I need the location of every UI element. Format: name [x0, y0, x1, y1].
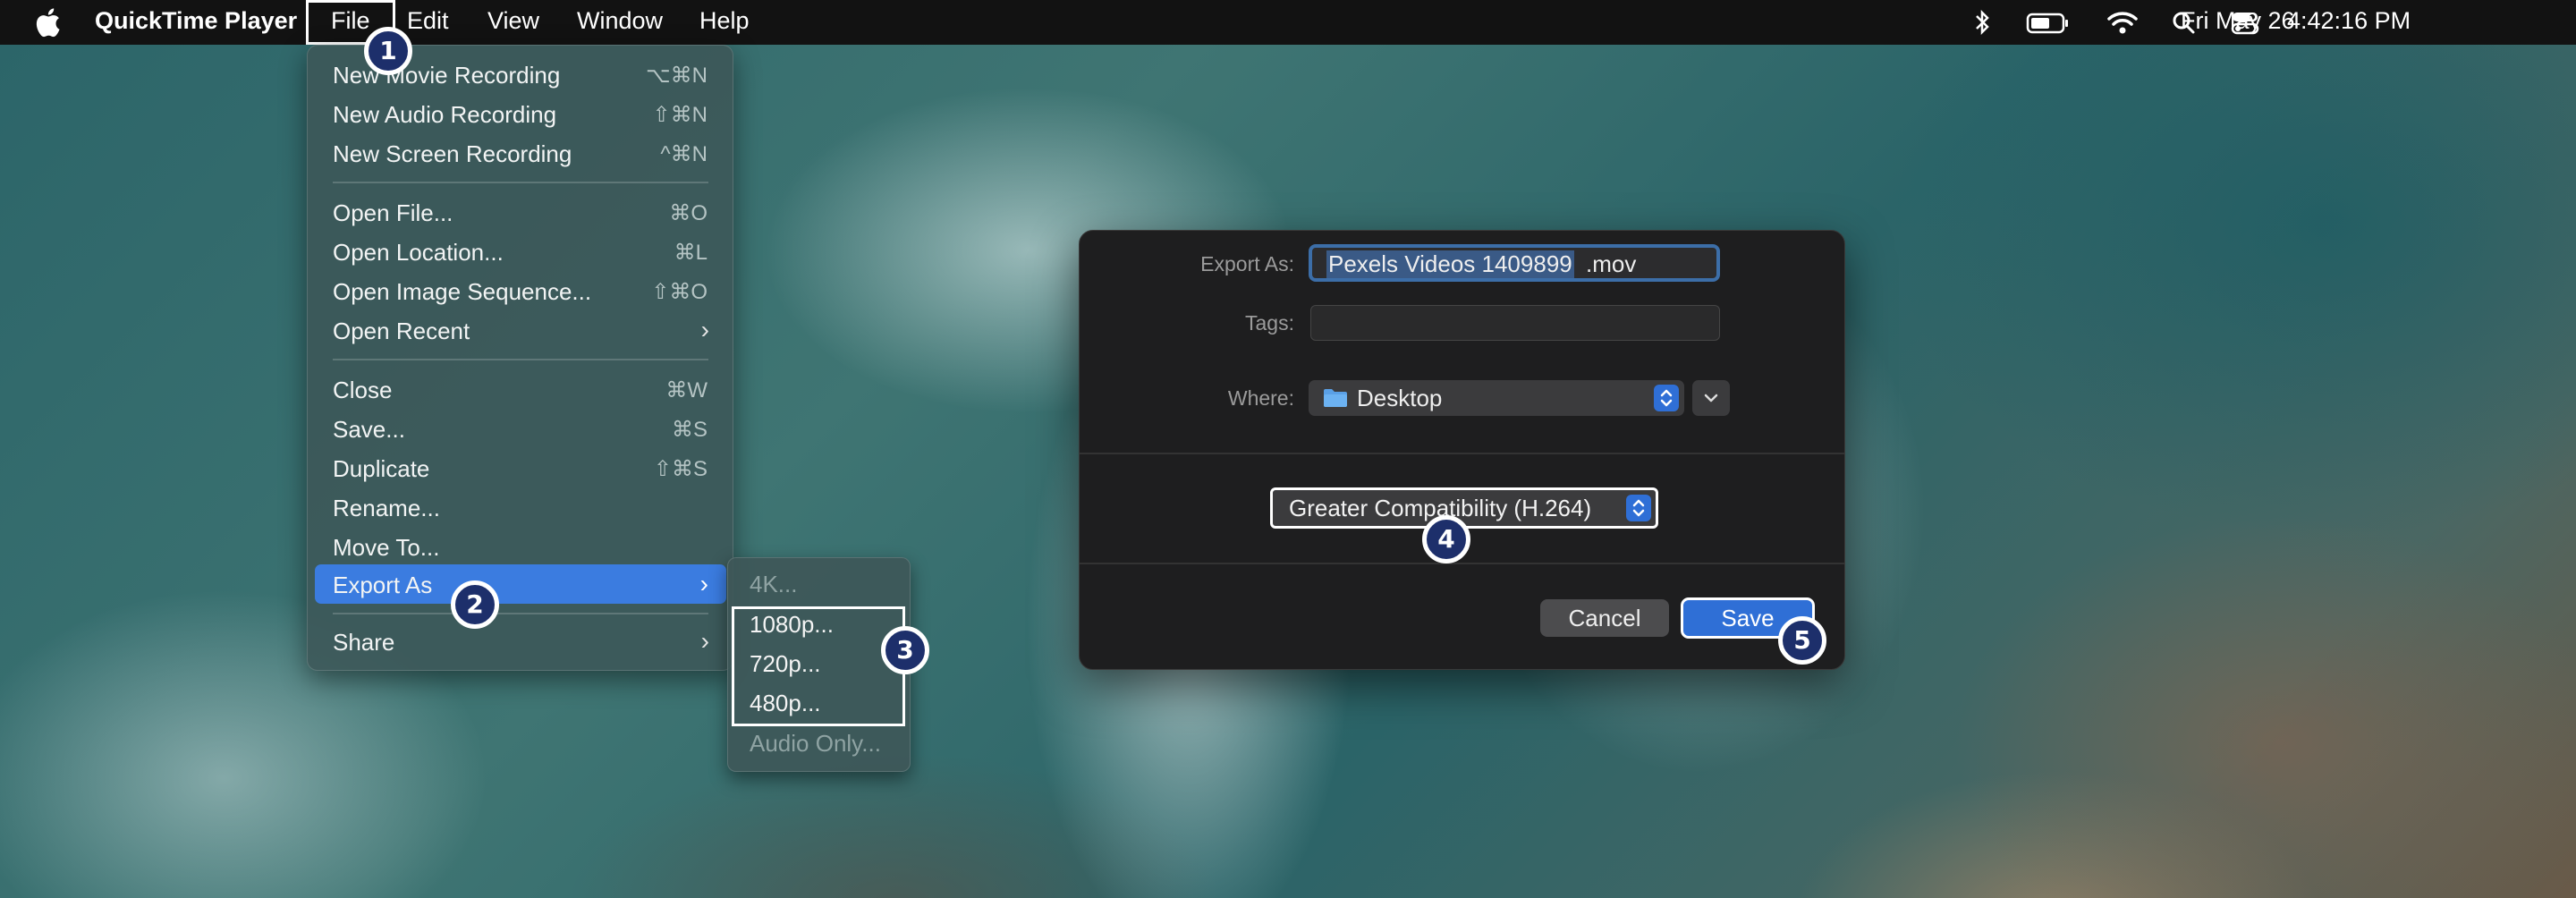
menu-item-new-audio-recording[interactable]: New Audio Recording ⇧⌘N [308, 96, 734, 131]
filename-extension: .mov [1586, 250, 1637, 277]
menu-item-shortcut: ⌘O [669, 201, 708, 225]
menu-item-shortcut: ⇧⌘S [653, 457, 708, 481]
step-badge-2: 2 [451, 580, 499, 629]
up-down-chevron-icon [1654, 385, 1679, 411]
menu-item-label: Share [333, 629, 395, 656]
submenu-item-4k[interactable]: 4K... [750, 571, 797, 598]
menu-item-shortcut: ⌘W [665, 378, 708, 402]
export-as-label: Export As: [1200, 252, 1294, 275]
export-dialog: Export As: Pexels Videos 1409899 .mov Ta… [1079, 230, 1845, 670]
step-badge-4: 4 [1422, 515, 1470, 563]
apple-icon[interactable] [34, 6, 61, 38]
menu-item-label: Duplicate [333, 455, 430, 482]
where-label: Where: [1227, 386, 1294, 410]
menu-item-shortcut: ^⌘N [660, 142, 708, 166]
menu-item-shortcut: ⇧⌘N [652, 103, 708, 127]
wifi-icon[interactable] [2106, 8, 2139, 37]
menu-item-new-screen-recording[interactable]: New Screen Recording ^⌘N [308, 135, 734, 171]
menu-item-label: New Movie Recording [333, 62, 561, 89]
menu-item-label: Open Location... [333, 239, 504, 266]
tags-label: Tags: [1245, 311, 1294, 335]
menu-item-close[interactable]: Close ⌘W [308, 371, 734, 407]
menu-window[interactable]: Window [577, 7, 663, 35]
menubar-clock[interactable]: 4:42:16 PM [2287, 7, 2411, 35]
menu-edit[interactable]: Edit [407, 7, 449, 35]
folder-icon [1324, 389, 1347, 407]
menu-item-label: Open File... [333, 199, 453, 226]
menu-item-shortcut: ⇧⌘O [651, 280, 708, 304]
step-badge-1: 1 [364, 27, 412, 75]
chevron-down-icon [1704, 394, 1718, 402]
menu-item-open-location[interactable]: Open Location... ⌘L [308, 233, 734, 269]
menu-help[interactable]: Help [699, 7, 750, 35]
menu-item-share[interactable]: Share › [308, 623, 734, 659]
up-down-chevron-icon [1626, 495, 1651, 521]
menu-item-shortcut: ⌘L [674, 241, 708, 265]
chevron-right-icon: › [700, 316, 709, 343]
file-menu: New Movie Recording ⌥⌘N New Audio Record… [307, 45, 733, 671]
export-filename-input[interactable]: Pexels Videos 1409899 .mov [1309, 244, 1720, 282]
cancel-button[interactable]: Cancel [1540, 599, 1669, 637]
menu-item-move-to[interactable]: Move To... [308, 529, 734, 564]
menu-separator [333, 613, 708, 614]
menu-view[interactable]: View [487, 7, 539, 35]
menu-item-label: Export As [333, 572, 433, 598]
where-select[interactable]: Desktop [1309, 380, 1684, 416]
menu-item-label: New Screen Recording [333, 140, 572, 167]
filename-selected-text: Pexels Videos 1409899 [1326, 250, 1574, 278]
bluetooth-icon[interactable] [1972, 8, 1992, 37]
dialog-divider [1080, 453, 1844, 454]
step-badge-5: 5 [1778, 616, 1826, 665]
menu-item-shortcut: ⌘S [671, 418, 708, 442]
app-name-menu[interactable]: QuickTime Player [95, 7, 297, 35]
menu-item-label: New Audio Recording [333, 101, 557, 128]
submenu-item-audio-only[interactable]: Audio Only... [750, 730, 881, 758]
where-value: Desktop [1357, 385, 1443, 411]
menu-item-label: Open Image Sequence... [333, 278, 592, 305]
menu-item-label: Close [333, 377, 393, 403]
menu-item-duplicate[interactable]: Duplicate ⇧⌘S [308, 450, 734, 486]
menu-item-open-file[interactable]: Open File... ⌘O [308, 194, 734, 230]
chevron-right-icon: › [699, 570, 708, 597]
menu-item-open-image-sequence[interactable]: Open Image Sequence... ⇧⌘O [308, 273, 734, 309]
menubar-date[interactable]: Fri May 26 [2181, 7, 2295, 35]
menu-item-label: Save... [333, 416, 405, 443]
menu-item-label: Move To... [333, 534, 440, 561]
step-badge-3: 3 [881, 626, 929, 674]
menu-item-rename[interactable]: Rename... [308, 489, 734, 525]
menu-item-export-as[interactable]: Export As › [315, 564, 726, 604]
menu-item-save[interactable]: Save... ⌘S [308, 411, 734, 446]
menu-item-label: Rename... [333, 495, 440, 521]
menu-item-label: Open Recent [333, 318, 470, 344]
menu-item-open-recent[interactable]: Open Recent › [308, 312, 734, 348]
menu-item-shortcut: ⌥⌘N [646, 64, 708, 88]
menu-separator [333, 359, 708, 360]
menu-separator [333, 182, 708, 183]
battery-icon[interactable] [2026, 8, 2071, 37]
expand-browser-button[interactable] [1692, 380, 1730, 416]
dialog-divider [1080, 563, 1844, 564]
resolution-options-highlight-box [732, 606, 905, 726]
tags-input[interactable] [1310, 305, 1720, 341]
chevron-right-icon: › [700, 627, 709, 655]
